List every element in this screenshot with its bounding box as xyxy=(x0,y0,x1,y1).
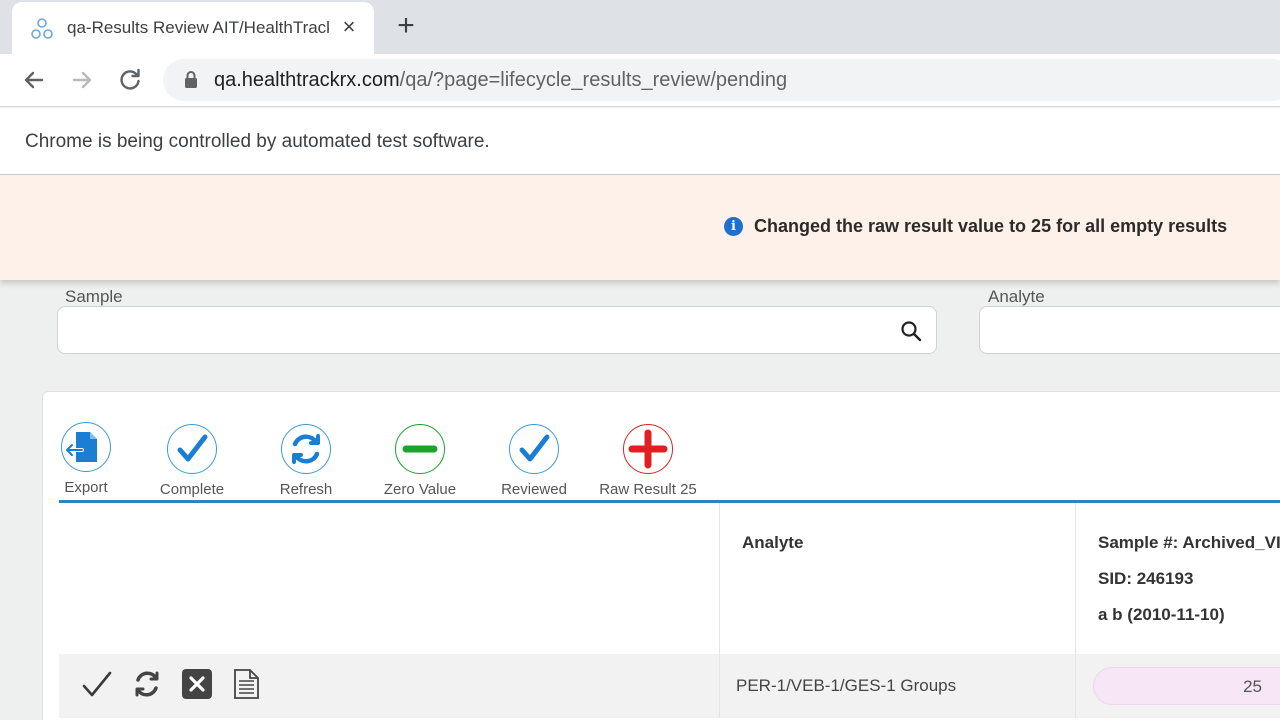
automation-infobar: Chrome is being controlled by automated … xyxy=(0,108,1280,175)
export-icon xyxy=(61,422,111,472)
result-value-field[interactable]: 25 xyxy=(1093,667,1280,705)
raw-result-25-button[interactable]: Raw Result 25 xyxy=(598,424,698,498)
minus-icon xyxy=(395,424,445,474)
zero-value-label: Zero Value xyxy=(383,481,457,498)
refresh-icon[interactable] xyxy=(131,668,163,700)
sample-sid-header: SID: 246193 xyxy=(1098,569,1194,588)
notification-message: Changed the raw result value to 25 for a… xyxy=(754,216,1228,236)
check-icon xyxy=(509,424,559,474)
search-icon[interactable] xyxy=(900,320,922,342)
table-row: PER-1/VEB-1/GES-1 Groups 25 xyxy=(59,654,1280,718)
sample-search-input[interactable] xyxy=(57,306,937,354)
url-text: qa.healthtrackrx.com/qa/?page=lifecycle_… xyxy=(214,69,787,92)
address-bar[interactable]: qa.healthtrackrx.com/qa/?page=lifecycle_… xyxy=(163,59,1280,101)
infobar-message: Chrome is being controlled by automated … xyxy=(25,131,490,152)
reviewed-label: Reviewed xyxy=(501,481,567,498)
lock-icon[interactable] xyxy=(183,70,199,90)
sample-patient-header: a b (2010-11-10) xyxy=(1098,605,1225,624)
raw-result-25-label: Raw Result 25 xyxy=(599,481,697,498)
refresh-button[interactable]: Refresh xyxy=(256,424,356,498)
tab-title: qa-Results Review AIT/HealthTrackRx xyxy=(67,18,329,37)
reload-icon[interactable] xyxy=(116,66,144,94)
browser-toolbar: qa.healthtrackrx.com/qa/?page=lifecycle_… xyxy=(0,54,1280,107)
complete-label: Complete xyxy=(159,481,225,498)
forward-icon[interactable] xyxy=(68,66,96,94)
table-header: Analyte Sample #: Archived_VI SID: 24619… xyxy=(59,503,1280,654)
refresh-icon xyxy=(281,424,331,474)
refresh-label: Refresh xyxy=(279,481,333,498)
check-icon xyxy=(167,424,217,474)
results-panel: Export Complete Refresh Zero Value Revie… xyxy=(42,391,1280,720)
document-icon[interactable] xyxy=(230,668,262,700)
plus-icon xyxy=(623,424,673,474)
close-icon[interactable] xyxy=(181,668,213,700)
notification-banner: i Changed the raw result value to 25 for… xyxy=(0,175,1280,280)
favicon-icon xyxy=(31,18,53,39)
browser-tab[interactable]: qa-Results Review AIT/HealthTrackRx × xyxy=(12,2,374,54)
back-icon[interactable] xyxy=(20,66,48,94)
analyte-filter-input[interactable] xyxy=(979,306,1280,354)
info-icon: i xyxy=(724,217,743,236)
result-value: 25 xyxy=(1243,677,1262,696)
analyte-column-header[interactable]: Analyte xyxy=(742,533,803,553)
url-path: /qa/?page=lifecycle_results_review/pendi… xyxy=(399,69,788,91)
analyte-filter-label: Analyte xyxy=(988,287,1045,306)
complete-button[interactable]: Complete xyxy=(142,424,242,498)
new-tab-icon[interactable]: + xyxy=(393,11,419,41)
export-label: Export xyxy=(64,479,108,496)
zero-value-button[interactable]: Zero Value xyxy=(370,424,470,498)
column-divider xyxy=(1075,654,1076,718)
column-divider xyxy=(719,503,720,654)
export-button[interactable]: Export xyxy=(36,422,136,496)
checkmark-icon[interactable] xyxy=(81,668,113,700)
row-analyte-name: PER-1/VEB-1/GES-1 Groups xyxy=(736,676,957,695)
column-divider xyxy=(719,654,720,718)
sample-filter-label: Sample xyxy=(65,287,123,306)
tab-close-icon[interactable]: × xyxy=(338,16,360,38)
page-content: i Changed the raw result value to 25 for… xyxy=(0,175,1280,720)
reviewed-button[interactable]: Reviewed xyxy=(484,424,584,498)
tab-strip: qa-Results Review AIT/HealthTrackRx × + xyxy=(0,0,1280,54)
sample-number-header: Sample #: Archived_VI xyxy=(1098,533,1280,552)
column-divider xyxy=(1075,503,1076,654)
url-host: qa.healthtrackrx.com xyxy=(214,69,400,91)
